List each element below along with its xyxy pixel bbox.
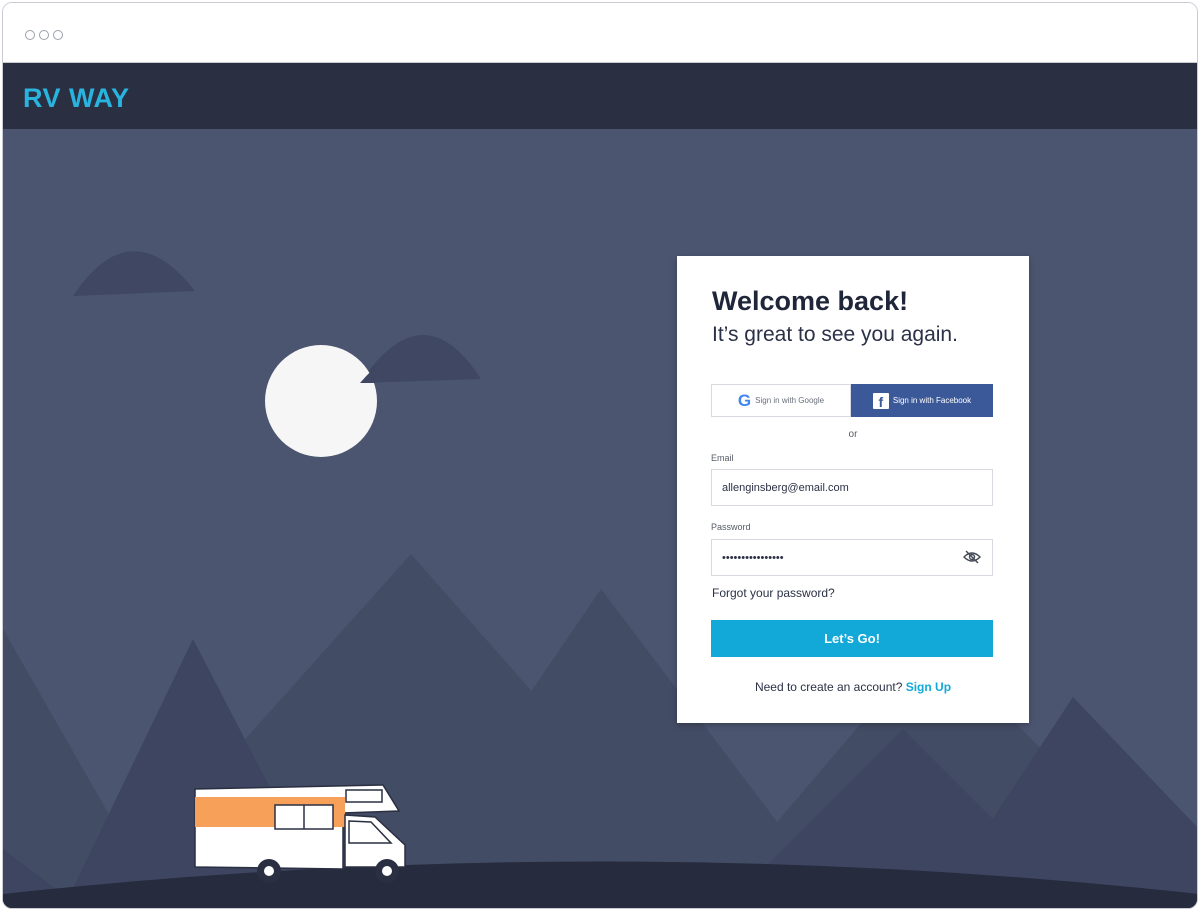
social-login-row: G Sign in with Google f Sign in with Fac… <box>711 384 993 417</box>
facebook-icon: f <box>872 392 889 410</box>
email-field[interactable] <box>711 469 993 506</box>
moon-icon <box>265 345 377 457</box>
password-field[interactable] <box>711 539 993 576</box>
signup-prompt-text: Need to create an account? <box>754 680 906 694</box>
welcome-subtitle: It’s great to see you again. <box>712 323 958 346</box>
signup-link[interactable]: Sign Up <box>906 680 951 694</box>
app-header: RV WAY <box>3 63 1197 129</box>
facebook-signin-button[interactable]: f Sign in with Facebook <box>851 384 993 417</box>
window-dots-icon <box>25 30 63 40</box>
google-icon: G <box>737 390 752 410</box>
browser-chrome-bar <box>3 3 1197 63</box>
google-signin-button[interactable]: G Sign in with Google <box>711 384 851 417</box>
google-signin-label: Sign in with Google <box>755 396 825 405</box>
brand-logo[interactable]: RV WAY <box>23 83 130 114</box>
password-label: Password <box>711 522 751 532</box>
facebook-signin-label: Sign in with Facebook <box>892 396 972 405</box>
eye-slash-icon[interactable] <box>963 550 981 569</box>
window-dot[interactable] <box>25 30 35 40</box>
cloud-shape <box>73 251 195 296</box>
lets-go-button[interactable]: Let’s Go! <box>711 620 993 657</box>
forgot-password-link[interactable]: Forgot your password? <box>712 586 835 600</box>
signup-prompt: Need to create an account? Sign Up <box>677 680 1029 694</box>
window-dot[interactable] <box>39 30 49 40</box>
email-label: Email <box>711 453 734 463</box>
or-divider: or <box>848 429 858 440</box>
login-card: Welcome back! It’s great to see you agai… <box>677 256 1029 723</box>
window-dot[interactable] <box>53 30 63 40</box>
welcome-title: Welcome back! <box>712 286 909 316</box>
